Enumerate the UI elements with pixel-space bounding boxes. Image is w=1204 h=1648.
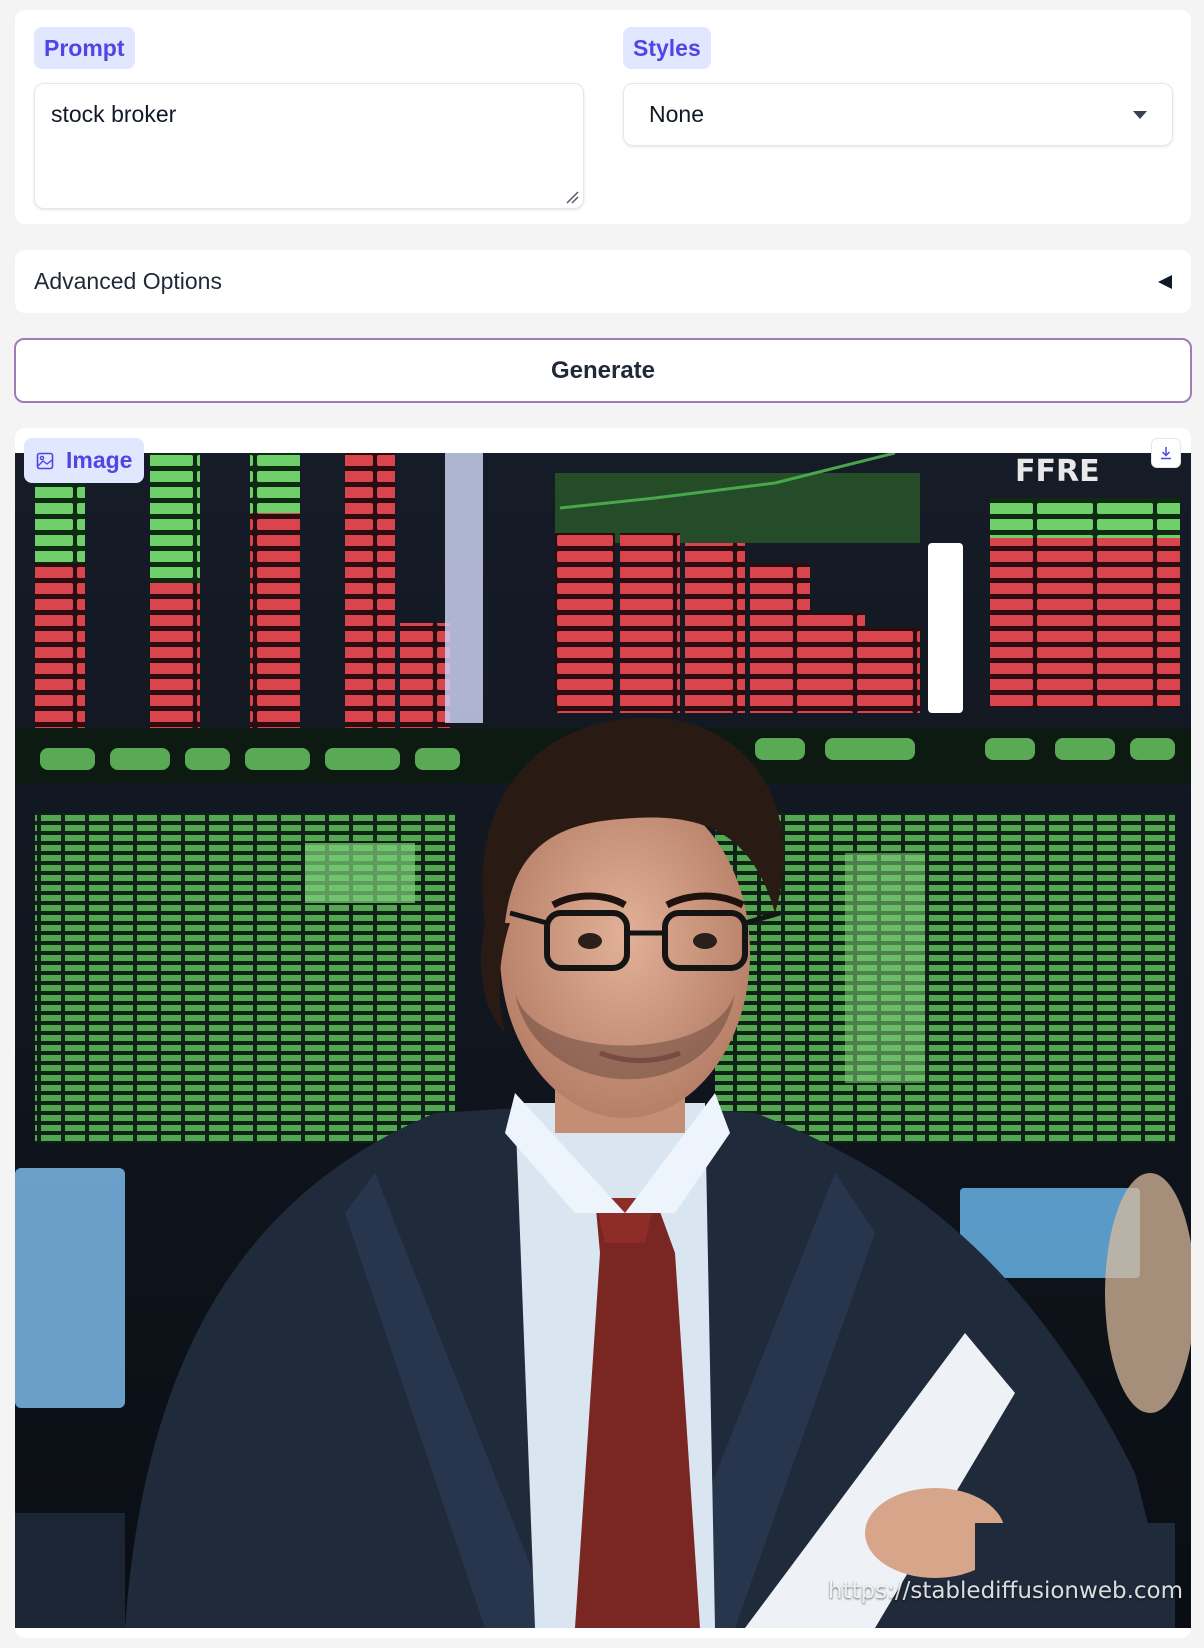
styles-dropdown[interactable]: None (623, 83, 1173, 146)
download-button[interactable] (1151, 438, 1181, 468)
image-icon (36, 452, 54, 469)
caret-down-icon (1133, 110, 1147, 119)
input-panel: Prompt stock broker Styles None (15, 10, 1191, 224)
resize-grip-icon[interactable] (565, 190, 579, 204)
triangle-left-icon (1158, 274, 1172, 289)
prompt-text: stock broker (51, 101, 177, 127)
generate-button[interactable]: Generate (14, 338, 1192, 403)
image-label-text: Image (66, 447, 133, 473)
output-image-panel: Image FFRE https://stablediffusionweb.co… (15, 428, 1191, 1638)
watermark-text: https://stablediffusionweb.com (827, 1578, 1183, 1604)
svg-text:FFRE: FFRE (1015, 454, 1100, 489)
advanced-options-label: Advanced Options (34, 268, 222, 294)
image-label: Image (24, 438, 145, 483)
download-icon (1161, 447, 1171, 460)
generated-photo: FFRE (15, 453, 1191, 1628)
prompt-textarea[interactable]: stock broker (34, 83, 584, 209)
prompt-label: Prompt (34, 27, 135, 69)
advanced-options-accordion[interactable]: Advanced Options (15, 250, 1191, 313)
styles-label: Styles (623, 27, 711, 69)
generated-image: FFRE https://stablediffusionweb.com (15, 453, 1191, 1628)
styles-selected-value: None (649, 101, 704, 127)
